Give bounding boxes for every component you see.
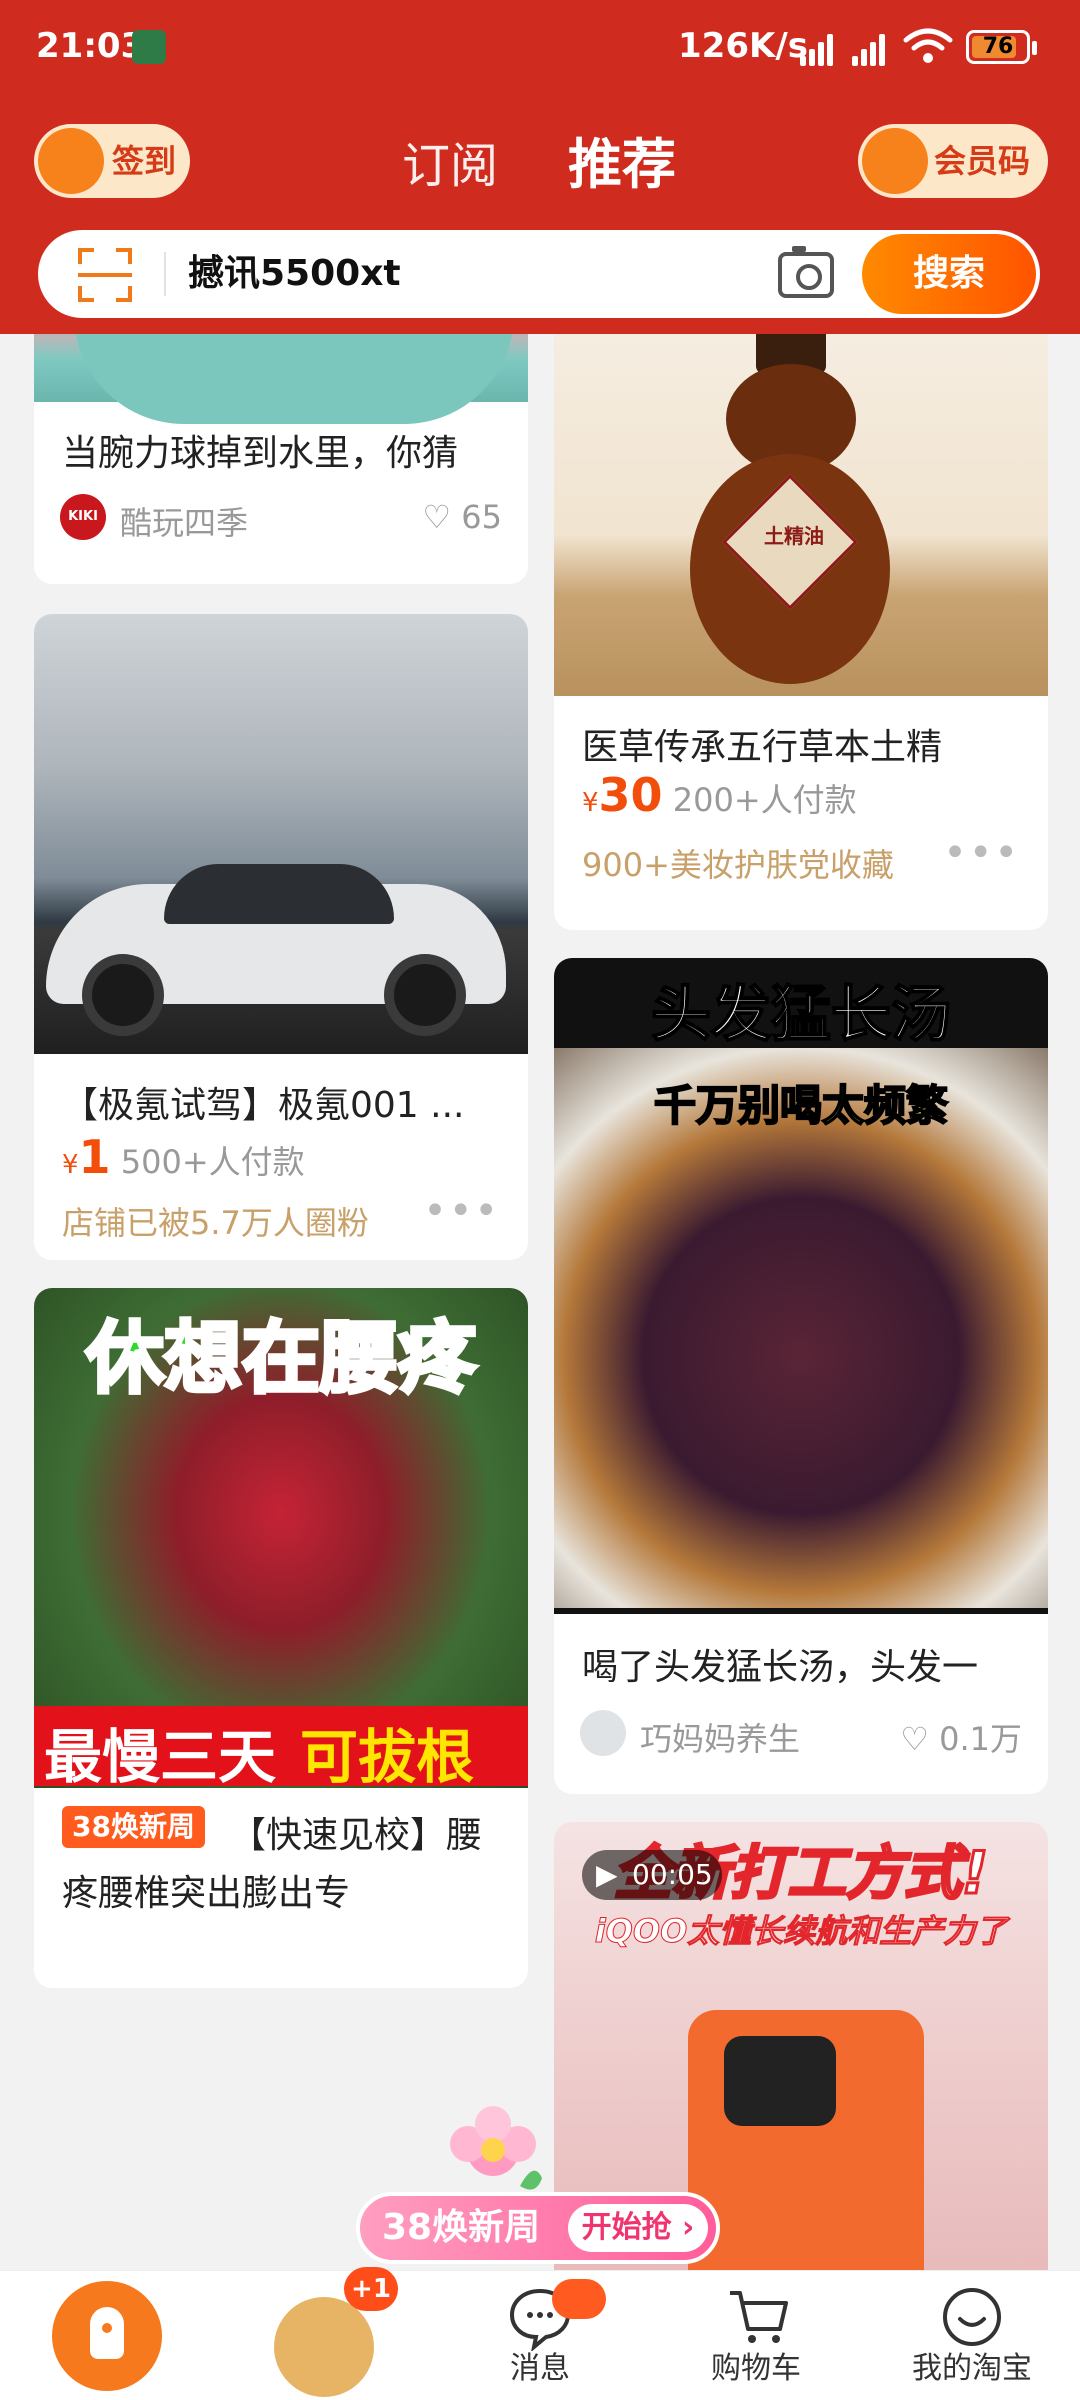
camera-icon[interactable] — [778, 246, 834, 298]
feed-card[interactable]: 【极氪试驾】极氪001 ... ¥1 500+人付款 店铺已被5.7万人圈粉 •… — [34, 614, 528, 1260]
tab-subscribe[interactable]: 订阅 — [402, 126, 498, 196]
message-badge — [552, 2279, 606, 2319]
flower-decoration-icon — [450, 2106, 542, 2190]
signin-label: 签到 — [112, 142, 177, 180]
member-code-button[interactable]: 会员码 — [858, 124, 1048, 198]
nav-label-my-taobao: 我的淘宝 — [912, 2351, 1032, 2386]
heart-icon: ♡ — [900, 1720, 929, 1758]
price-row: ¥1 500+人付款 — [62, 1130, 305, 1184]
signal-icon — [800, 30, 842, 66]
overlay-bottom-b: 可拔根 — [300, 1723, 475, 1791]
nav-label-cart: 购物车 — [711, 2351, 801, 2386]
tab-recommend[interactable]: 推荐 — [568, 120, 676, 199]
nav-item-home[interactable] — [0, 2271, 216, 2400]
search-bar[interactable]: 撼讯5500xt 搜索 — [38, 230, 1040, 318]
price-row: ¥30 200+人付款 — [582, 768, 857, 822]
card-title: 【极氪试驾】极氪001 ... — [62, 1085, 465, 1126]
nav-item-my-taobao[interactable]: 我的淘宝 — [864, 2271, 1080, 2400]
price: ¥30 — [582, 768, 663, 822]
overlay-top-text: 休想在腰疼 — [84, 1312, 478, 1406]
like-count[interactable]: ♡ 0.1万 — [900, 1714, 1022, 1760]
app-header: 21:03 126K/s 76 签到 订阅 推荐 会员码 撼讯5500xt 搜索 — [0, 0, 1080, 334]
profile-smile-icon — [943, 2288, 1001, 2346]
nav-item-cart[interactable]: 购物车 — [648, 2271, 864, 2400]
herb-image: 休想在腰疼 最慢三天 可拔根 — [34, 1288, 528, 1791]
bottom-nav: +1 消息 购物车 我的淘宝 — [0, 2267, 1080, 2400]
author-name: 巧妈妈养生 — [640, 1720, 801, 1758]
notification-app-icon — [132, 30, 166, 64]
play-icon: ▶ — [596, 1858, 618, 1891]
search-divider — [164, 252, 166, 296]
signin-button[interactable]: 签到 — [34, 124, 190, 198]
battery-level: 76 — [982, 34, 1014, 59]
promo-banner[interactable]: 38焕新周 开始抢 › — [356, 2192, 720, 2264]
card-title: 【快速见校】腰 — [230, 1815, 483, 1856]
cart-icon — [730, 2291, 788, 2343]
member-code-label: 会员码 — [934, 142, 1031, 180]
feed-card[interactable]: 头发猛长汤 千万别喝太频繁 喝了头发猛长汤，头发一 巧妈妈养生 ♡ 0.1万 — [554, 958, 1048, 1794]
sales-count: 200+人付款 — [672, 781, 857, 819]
bottle-image: 土精油 — [554, 334, 1048, 696]
overlay-top-text: 头发猛长汤 — [650, 979, 952, 1051]
network-speed: 126K/s — [678, 26, 808, 66]
overlay-sub-text: iQOO太懂长续航和生产力了 — [594, 1912, 1008, 1951]
card-title: 喝了头发猛长汤，头发一 — [582, 1647, 979, 1688]
search-button[interactable]: 搜索 — [862, 234, 1036, 314]
more-icon[interactable]: ••• — [943, 830, 1020, 876]
heart-icon: ♡ — [422, 498, 452, 536]
phone-body — [688, 2010, 924, 2270]
author-name: 酷玩四季 — [120, 504, 249, 542]
store-icon — [862, 128, 928, 194]
sales-count: 500+人付款 — [120, 1143, 305, 1181]
gift-icon — [38, 128, 104, 194]
video-duration: 00:05 — [632, 1858, 713, 1891]
promo-label: 38焕新周 — [382, 2207, 541, 2248]
search-input[interactable]: 撼讯5500xt — [188, 230, 401, 318]
nav-label-messages: 消息 — [510, 2351, 570, 2386]
car-image — [34, 614, 528, 1054]
wifi-icon — [903, 28, 953, 63]
like-count-value: 65 — [461, 498, 502, 536]
product-thumb — [274, 2297, 374, 2397]
nav-item-messages[interactable]: 消息 — [432, 2271, 648, 2400]
author-avatar — [580, 1710, 626, 1756]
author-avatar: KIKI — [60, 494, 106, 540]
favorite-hint: 900+美妆护肤党收藏 — [582, 846, 894, 884]
feed-card[interactable]: 休想在腰疼 最慢三天 可拔根 38焕新周 【快速见校】腰 疼腰椎突出膨出专 — [34, 1288, 528, 1988]
recommend-feed: 当腕力球掉到水里，你猜 KIKI 酷玩四季 ♡ 65 【极氪试驾】极氪001 .… — [0, 334, 1080, 2270]
status-bar: 21:03 126K/s 76 — [0, 0, 1080, 100]
overlay-banner: 最慢三天 可拔根 — [34, 1706, 528, 1791]
card-image — [34, 334, 528, 424]
signal-icon-2 — [852, 30, 894, 66]
home-button[interactable] — [52, 2281, 162, 2391]
status-time: 21:03 — [36, 26, 145, 66]
overlay-bottom-a: 最慢三天 — [44, 1723, 277, 1791]
more-icon[interactable]: ••• — [423, 1188, 500, 1234]
card-title-line2: 疼腰椎突出膨出专 — [62, 1873, 351, 1914]
shop-hint: 店铺已被5.7万人圈粉 — [62, 1204, 369, 1242]
card-title: 医草传承五行草本土精 — [582, 727, 943, 768]
battery-icon: 76 — [966, 30, 1037, 64]
overlay-sub-text: 千万别喝太频繁 — [653, 1080, 949, 1131]
bottle-label: 土精油 — [764, 524, 824, 548]
card-title: 当腕力球掉到水里，你猜 — [62, 433, 459, 474]
rocket-icon — [90, 2307, 124, 2359]
price: ¥1 — [62, 1130, 111, 1184]
feed-card[interactable]: 当腕力球掉到水里，你猜 KIKI 酷玩四季 ♡ 65 — [34, 334, 528, 584]
nav-item-deal[interactable]: +1 — [216, 2267, 432, 2400]
promo-action-button[interactable]: 开始抢 › — [568, 2204, 708, 2252]
like-count[interactable]: ♡ 65 — [422, 498, 502, 536]
video-duration-badge: ▶ 00:05 — [582, 1850, 722, 1900]
like-count-value: 0.1万 — [939, 1720, 1022, 1758]
scan-icon[interactable] — [78, 248, 132, 302]
soup-image: 头发猛长汤 千万别喝太频繁 — [554, 958, 1048, 1614]
promo-badge: 38焕新周 — [62, 1806, 205, 1848]
nav-badge: +1 — [344, 2267, 398, 2311]
feed-card[interactable]: 土精油 医草传承五行草本土精 ¥30 200+人付款 900+美妆护肤党收藏 •… — [554, 334, 1048, 930]
